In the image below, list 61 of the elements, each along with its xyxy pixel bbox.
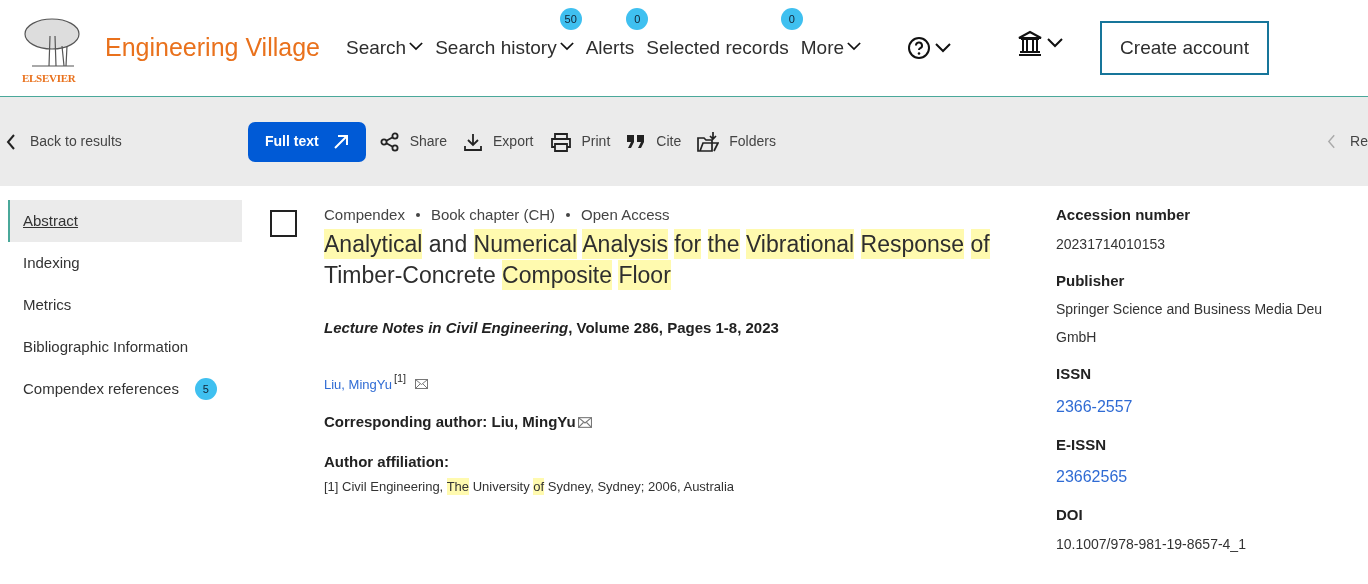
author-link[interactable]: Liu, MingYu — [324, 375, 392, 395]
help-icon[interactable] — [907, 36, 932, 60]
record-tag: Compendex — [324, 204, 405, 227]
mail-icon[interactable] — [577, 417, 592, 429]
count-badge: 0 — [780, 7, 803, 30]
sidebar-item[interactable]: Abstract — [8, 200, 242, 242]
mail-icon[interactable] — [415, 378, 429, 389]
next-link[interactable]: Re — [1327, 131, 1368, 152]
corresponding-author: Corresponding author: Liu, MingYu — [324, 411, 576, 432]
detail-value: GmbH — [1056, 328, 1098, 347]
chevron-down-icon — [409, 41, 424, 51]
affiliation-label: Author affiliation: — [324, 452, 450, 472]
detail-value: Springer Science and Business Media Deu — [1056, 300, 1323, 319]
folder-add-icon — [697, 130, 720, 153]
full-text-button[interactable]: Full text — [248, 121, 366, 162]
quote-icon — [626, 133, 647, 150]
chevron-down-icon — [559, 41, 574, 51]
printer-icon — [549, 131, 572, 152]
detail-label: E-ISSN — [1056, 434, 1107, 455]
record-tag: Book chapter (CH) — [430, 204, 556, 227]
sidebar-item[interactable]: Bibliographic Information — [8, 326, 242, 368]
count-badge: 50 — [559, 7, 582, 30]
download-icon — [463, 131, 484, 152]
create-account-button[interactable]: Create account — [1100, 21, 1269, 75]
folders-button[interactable]: Folders — [697, 130, 776, 153]
sidebar-item[interactable]: Indexing — [8, 242, 242, 284]
detail-label: ISSN — [1056, 364, 1092, 384]
nav-link[interactable]: More — [800, 33, 862, 63]
affiliation-reference: [1] — [393, 370, 407, 386]
detail-label: DOI — [1056, 505, 1084, 525]
back-link[interactable]: Back to results — [0, 131, 248, 152]
sidebar-item[interactable]: Metrics — [8, 284, 242, 326]
chevron-down-icon[interactable] — [1047, 38, 1064, 48]
record-checkbox[interactable] — [270, 210, 297, 237]
tree-logo-icon — [22, 16, 82, 68]
sidebar-item[interactable]: Compendex references 5 — [8, 368, 242, 410]
chevron-down-icon — [847, 41, 862, 51]
share-button[interactable]: Share — [379, 131, 448, 152]
record-title: Analytical and Numerical Analysis for the Vibrational Response of Timber-Concrete Composite Floor — [324, 228, 991, 291]
export-button[interactable]: Export — [463, 131, 534, 152]
cite-button[interactable]: Cite — [626, 131, 682, 152]
institution-icon[interactable] — [1017, 30, 1044, 56]
affiliation-text: [1] Civil Engineering, The University of Sydney, Sydney; 2006, Australia — [324, 476, 736, 496]
citation: Lecture Notes in Civil Engineering, Volume 286, Pages 1-8, 2023 — [324, 317, 780, 338]
external-arrow-icon — [332, 133, 349, 150]
detail-label: Accession number — [1056, 205, 1192, 225]
detail-value: 20231714010153 — [1056, 234, 1166, 254]
share-icon — [379, 131, 400, 152]
detail-value: 10.1007/978-981-19-8657-4_1 — [1056, 534, 1247, 554]
chevron-left-icon — [1327, 134, 1337, 149]
logo-text: ELSEVIER — [22, 71, 76, 86]
detail-link[interactable]: 2366-2557 — [1056, 394, 1323, 419]
print-button[interactable]: Print — [549, 131, 611, 152]
count-badge: 5 — [194, 378, 217, 400]
count-badge: 0 — [626, 7, 649, 30]
detail-link[interactable]: 23662565 — [1056, 465, 1323, 489]
chevron-left-icon — [6, 133, 16, 150]
chevron-down-icon[interactable] — [935, 43, 952, 53]
record-tag: Open Access — [581, 204, 670, 227]
detail-label: Publisher — [1056, 270, 1126, 291]
nav-link[interactable]: Search — [346, 33, 424, 63]
